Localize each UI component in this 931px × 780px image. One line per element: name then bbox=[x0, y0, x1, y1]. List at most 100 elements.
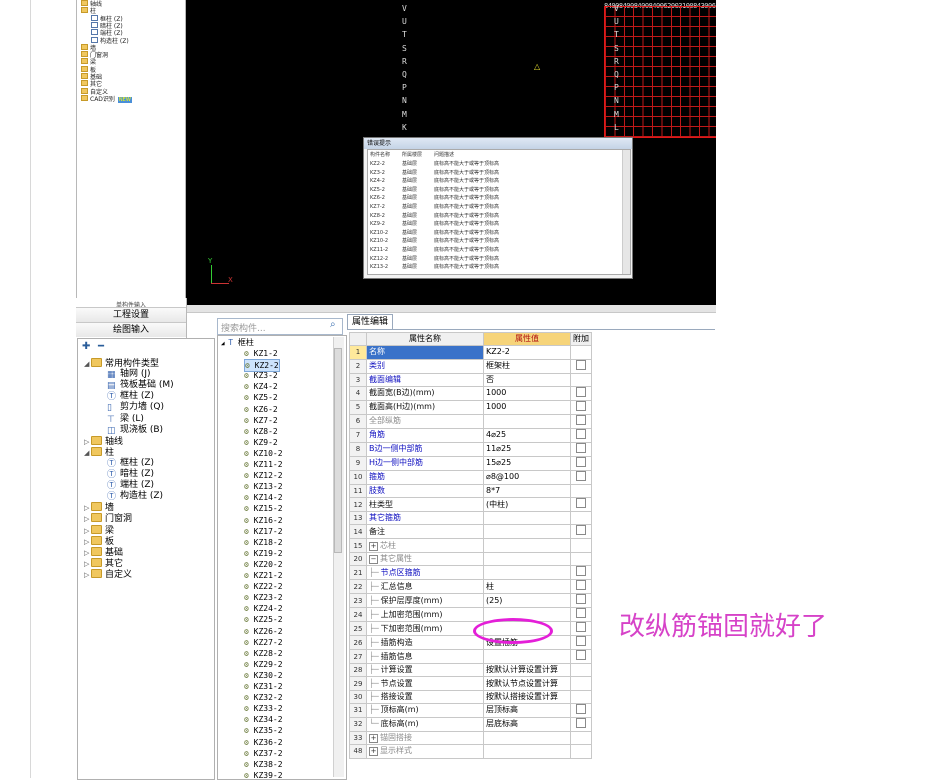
property-row[interactable]: 9 H边一侧中部筋 15⌀25 bbox=[349, 455, 592, 471]
collapse-all-icon[interactable]: ━ bbox=[98, 341, 104, 352]
component-list-item[interactable]: ⚙ KZ18-2 bbox=[244, 537, 283, 548]
component-list-item[interactable]: ⚙ KZ9-2 bbox=[244, 437, 278, 448]
property-row[interactable]: 28 ├─ 计算设置 按默认计算设置计算 bbox=[349, 663, 592, 678]
component-list-item[interactable]: ⚙ KZ26-2 bbox=[244, 626, 283, 637]
property-value-cell[interactable] bbox=[483, 524, 571, 540]
property-value-cell[interactable]: 15⌀25 bbox=[483, 455, 571, 471]
extra-checkbox[interactable] bbox=[576, 717, 586, 728]
extra-checkbox[interactable] bbox=[576, 608, 586, 619]
property-extra-cell[interactable] bbox=[570, 676, 592, 691]
tab-property-edit[interactable]: 属性编辑 bbox=[347, 314, 393, 330]
component-list-item[interactable]: ⚙ KZ15-2 bbox=[244, 503, 283, 514]
property-name-cell[interactable]: H边一侧中部筋 bbox=[366, 455, 484, 471]
property-name-cell[interactable]: 类别 bbox=[366, 358, 484, 374]
component-list-item[interactable]: ⚙ KZ27-2 bbox=[244, 637, 283, 648]
error-row[interactable]: KZ4-2 基础层 底标高不能大于或等于顶标高 bbox=[370, 178, 574, 184]
component-type-tree[interactable]: ✚ ━ ◢ 常用构件类型 ▦ 轴网 (J) ▤ 筏板基础 (M) Ⓣ 框柱 (Z) ▯ 剪力墙 (… bbox=[77, 338, 215, 780]
property-extra-cell[interactable] bbox=[570, 551, 592, 567]
extra-checkbox[interactable] bbox=[576, 703, 586, 714]
property-value-cell[interactable] bbox=[483, 730, 571, 746]
property-name-cell[interactable]: + 显示样式 bbox=[366, 744, 484, 759]
property-name-cell[interactable]: ├─ 搭接设置 bbox=[366, 689, 484, 704]
nav-tree-item[interactable]: ⊤ 梁 (L) bbox=[100, 414, 144, 425]
component-list-item[interactable]: ⚙ KZ24-2 bbox=[244, 603, 283, 614]
property-name-cell[interactable]: 名称 bbox=[366, 345, 484, 360]
property-row[interactable]: 21 ├─ 节点区箍筋 bbox=[349, 565, 592, 581]
component-list-item[interactable]: ⚙ KZ33-2 bbox=[244, 703, 283, 714]
property-extra-cell[interactable] bbox=[570, 413, 592, 429]
tree-toggle-icon[interactable]: ◢ bbox=[84, 359, 91, 370]
component-list-item[interactable]: ⚙ KZ32-2 bbox=[244, 692, 283, 703]
property-extra-cell[interactable] bbox=[570, 621, 592, 637]
component-list-item[interactable]: ⚙ KZ23-2 bbox=[244, 592, 283, 603]
nav-tree-item[interactable]: ▯ 剪力墙 (Q) bbox=[100, 402, 164, 413]
nav-tree-item[interactable]: ▦ 轴网 (J) bbox=[100, 369, 151, 380]
drawing-input-button[interactable]: 绘图输入 bbox=[76, 322, 186, 337]
search-icon[interactable]: ⌕ bbox=[330, 319, 336, 330]
component-list-item[interactable]: ⚙ KZ39-2 bbox=[244, 770, 283, 779]
extra-checkbox[interactable] bbox=[576, 498, 586, 509]
property-value-cell[interactable]: 否 bbox=[483, 372, 571, 387]
property-extra-cell[interactable] bbox=[570, 635, 592, 651]
property-row[interactable]: 30 ├─ 搭接设置 按默认搭接设置计算 bbox=[349, 689, 592, 704]
property-extra-cell[interactable] bbox=[570, 469, 592, 485]
property-extra-cell[interactable] bbox=[570, 372, 592, 387]
property-row[interactable]: 24 ├─ 上加密范围(mm) bbox=[349, 607, 592, 623]
expand-icon[interactable]: + bbox=[369, 734, 378, 744]
property-extra-cell[interactable] bbox=[570, 649, 592, 665]
extra-checkbox[interactable] bbox=[576, 525, 586, 536]
property-name-cell[interactable]: B边一侧中部筋 bbox=[366, 441, 484, 457]
component-list-item[interactable]: ⚙ KZ31-2 bbox=[244, 681, 283, 692]
property-extra-cell[interactable] bbox=[570, 607, 592, 623]
property-extra-cell[interactable] bbox=[570, 524, 592, 540]
property-name-cell[interactable]: 肢数 bbox=[366, 483, 484, 499]
property-value-cell[interactable]: (中柱) bbox=[483, 497, 571, 513]
property-row[interactable]: 15 + 芯柱 bbox=[349, 538, 592, 553]
property-value-cell[interactable] bbox=[483, 551, 571, 567]
property-name-cell[interactable]: + 锚固搭接 bbox=[366, 730, 484, 746]
component-list-item[interactable]: ⚙ KZ10-2 bbox=[244, 448, 283, 459]
property-row[interactable]: 7 角筋 4⌀25 bbox=[349, 427, 592, 443]
component-list-scroll-thumb[interactable] bbox=[334, 348, 342, 553]
component-list-item[interactable]: ⚙ KZ36-2 bbox=[244, 737, 283, 748]
component-list-item[interactable]: ⚙ KZ12-2 bbox=[244, 470, 283, 481]
property-value-cell[interactable]: ⌀8@100 bbox=[483, 469, 571, 485]
property-row[interactable]: 12 柱类型 (中柱) bbox=[349, 497, 592, 513]
property-value-cell[interactable] bbox=[483, 538, 571, 553]
nav-tree-item[interactable]: ▤ 筏板基础 (M) bbox=[100, 380, 174, 391]
component-list-item[interactable]: ⚙ KZ22-2 bbox=[244, 581, 283, 592]
property-grid[interactable]: 属性名称 属性值 附加 1 名称 KZ2-2 2 类别 框架柱 3 截面编辑否 4 截面宽(B边)… bbox=[349, 331, 592, 759]
property-row[interactable]: 14 备注 bbox=[349, 524, 592, 540]
collapse-icon[interactable]: − bbox=[369, 554, 378, 564]
property-extra-cell[interactable] bbox=[570, 455, 592, 471]
property-name-cell[interactable]: ├─ 下加密范围(mm) bbox=[366, 621, 484, 637]
property-value-cell[interactable] bbox=[483, 511, 571, 526]
extra-checkbox[interactable] bbox=[576, 400, 586, 411]
property-row[interactable]: 4 截面宽(B边)(mm) 1000 bbox=[349, 385, 592, 401]
property-name-cell[interactable]: 柱类型 bbox=[366, 497, 484, 513]
property-name-cell[interactable]: − 其它属性 bbox=[366, 551, 484, 567]
component-list-item[interactable]: ⚙ KZ11-2 bbox=[244, 459, 283, 470]
property-value-cell[interactable]: 8*7 bbox=[483, 483, 571, 499]
component-list-item[interactable]: ⚙ KZ37-2 bbox=[244, 748, 283, 759]
property-extra-cell[interactable] bbox=[570, 730, 592, 746]
component-list-item[interactable]: ⚙ KZ29-2 bbox=[244, 659, 283, 670]
property-value-cell[interactable]: 1000 bbox=[483, 399, 571, 415]
expand-all-icon[interactable]: ✚ bbox=[82, 341, 90, 352]
error-row[interactable]: KZ10-2 基础层 底标高不能大于或等于顶标高 bbox=[370, 230, 574, 236]
property-name-cell[interactable]: 截面高(H边)(mm) bbox=[366, 399, 484, 415]
error-row[interactable]: KZ11-2 基础层 底标高不能大于或等于顶标高 bbox=[370, 247, 574, 253]
component-list-item[interactable]: ⚙ KZ17-2 bbox=[244, 526, 283, 537]
extra-checkbox[interactable] bbox=[576, 594, 586, 605]
property-name-cell[interactable]: 角筋 bbox=[366, 427, 484, 443]
component-list-item[interactable]: ⚙ KZ1-2 bbox=[244, 348, 278, 359]
component-list-item[interactable]: ⚙ KZ34-2 bbox=[244, 714, 283, 725]
component-list-item[interactable]: ⚙ KZ25-2 bbox=[244, 614, 283, 625]
component-list-item[interactable]: ⚙ KZ6-2 bbox=[244, 404, 278, 415]
property-row[interactable]: 8 B边一侧中部筋 11⌀25 bbox=[349, 441, 592, 457]
property-extra-cell[interactable] bbox=[570, 579, 592, 595]
property-extra-cell[interactable] bbox=[570, 538, 592, 553]
component-list-item[interactable]: ⚙ KZ35-2 bbox=[244, 725, 283, 736]
property-name-cell[interactable]: 全部纵筋 bbox=[366, 413, 484, 429]
component-list-item[interactable]: ⚙ KZ30-2 bbox=[244, 670, 283, 681]
